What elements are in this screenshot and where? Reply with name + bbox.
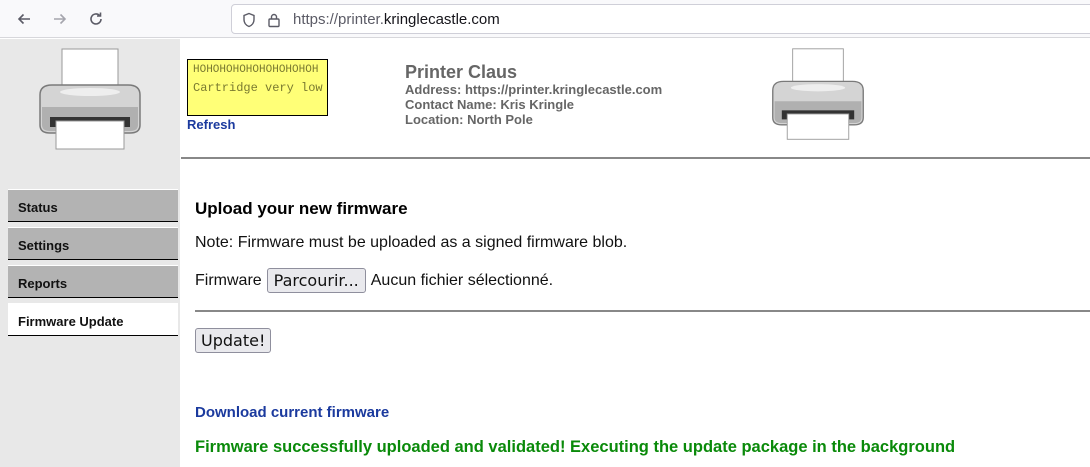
url-text[interactable]: https://printer.kringlecastle.com	[293, 11, 500, 28]
status-banner: HOHOHOHOHOHOHOHOHOH	[193, 64, 319, 76]
sidebar-item-settings[interactable]: Settings	[8, 227, 178, 260]
refresh-link[interactable]: Refresh	[187, 117, 235, 132]
browse-button[interactable]: Parcourir...	[266, 268, 366, 293]
status-message: Cartridge very low	[193, 81, 323, 95]
url-prefix: https://printer.	[293, 11, 384, 28]
printer-name: Printer Claus	[405, 62, 518, 82]
reload-icon	[90, 12, 102, 25]
sidebar-item-status[interactable]: Status	[8, 189, 178, 222]
printer-status-box: HOHOHOHOHOHOHOHOHOH Cartridge very low	[187, 59, 328, 116]
no-file-selected-text: Aucun fichier sélectionné.	[370, 271, 554, 289]
url-host: kringlecastle.com	[383, 11, 500, 28]
url-bar[interactable]: https://printer.kringlecastle.com	[231, 4, 1090, 34]
page-header: HOHOHOHOHOHOHOHOHOH Cartridge very low R…	[181, 39, 1090, 158]
firmware-upload-row: Firmware Parcourir... Aucun fichier séle…	[195, 268, 553, 293]
header-divider	[181, 157, 1090, 159]
success-message: Firmware successfully uploaded and valid…	[195, 438, 956, 456]
page-title: Upload your new firmware	[195, 199, 408, 218]
browser-toolbar: https://printer.kringlecastle.com	[0, 0, 1090, 38]
sidebar-item-reports[interactable]: Reports	[8, 265, 178, 298]
lock-icon[interactable]	[267, 12, 281, 28]
forward-button[interactable]	[47, 7, 73, 31]
back-button[interactable]	[11, 7, 37, 31]
printer-image-icon	[772, 48, 864, 140]
reload-button[interactable]	[83, 7, 109, 31]
printer-location: Location: North Pole	[405, 112, 533, 127]
printer-contact: Contact Name: Kris Kringle	[405, 97, 575, 112]
sidebar-item-firmware-update[interactable]: Firmware Update	[8, 303, 178, 336]
back-arrow-icon	[17, 13, 30, 25]
content-divider	[195, 310, 1090, 312]
firmware-note: Note: Firmware must be uploaded as a sig…	[195, 234, 628, 251]
download-firmware-link[interactable]: Download current firmware	[195, 404, 389, 421]
forward-arrow-icon	[54, 13, 67, 25]
firmware-label: Firmware	[195, 271, 262, 289]
printer-info: Printer Claus Address: https://printer.k…	[405, 62, 662, 127]
printer-address: Address: https://printer.kringlecastle.c…	[405, 82, 663, 97]
printer-logo-icon	[39, 48, 141, 150]
sidebar: Status Settings Reports Firmware Update	[0, 39, 180, 467]
update-button[interactable]: Update!	[195, 328, 272, 353]
shield-icon[interactable]	[242, 12, 256, 28]
